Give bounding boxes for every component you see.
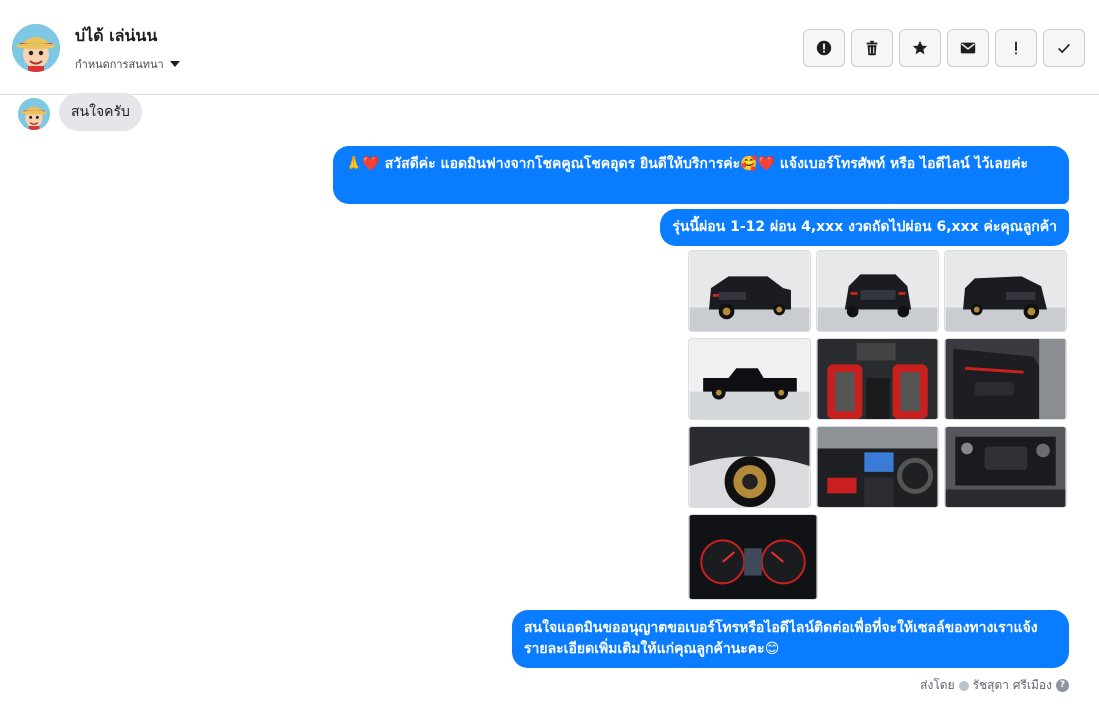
outgoing-message[interactable]: รุ่นนี้ผ่อน 1-12 ผ่อน 4,xxx งวดถัดไปผ่อน…: [660, 209, 1069, 246]
contact-name[interactable]: บ่ได้ เล่น่นน: [75, 24, 157, 49]
truck-front-left-photo[interactable]: [688, 250, 811, 332]
follow-up-button[interactable]: [995, 29, 1037, 67]
star-icon: [912, 40, 928, 55]
outgoing-message[interactable]: สนใจแอดมินขออนุญาตขอเบอร์โทรหรือไอดีไลน์…: [512, 610, 1069, 668]
truck-side-photo[interactable]: [688, 338, 811, 420]
luffy-avatar-icon: [12, 24, 60, 72]
sender-status-icon: [958, 680, 969, 691]
mark-unread-button[interactable]: [947, 29, 989, 67]
trash-icon: [866, 40, 878, 56]
sent-by-label: ส่งโดย: [920, 678, 955, 692]
door-panel-photo[interactable]: [944, 338, 1067, 420]
mail-icon: [960, 42, 976, 54]
conversation-header: บ่ได้ เล่น่นน กำหนดการสนทนา: [0, 0, 1099, 95]
outgoing-message[interactable]: 🙏❤️ สวัสดีค่ะ แอดมินฟางจากโชคคูณโชคอุดร …: [333, 146, 1069, 204]
check-icon: [1058, 43, 1070, 54]
action-toolbar: [803, 29, 1085, 67]
help-icon[interactable]: ?: [1056, 679, 1069, 692]
contact-avatar[interactable]: [12, 24, 60, 72]
dashboard-photo[interactable]: [816, 426, 939, 508]
sender-name[interactable]: รัชสุดา ศรีเมือง: [973, 676, 1052, 695]
alert-circle-icon: [816, 40, 832, 56]
sender-avatar[interactable]: [18, 98, 50, 130]
delete-button[interactable]: [851, 29, 893, 67]
star-button[interactable]: [899, 29, 941, 67]
mark-spam-button[interactable]: [803, 29, 845, 67]
mark-done-button[interactable]: [1043, 29, 1085, 67]
gauge-cluster-photo[interactable]: [688, 514, 818, 600]
seats-photo[interactable]: [816, 338, 939, 420]
truck-front-right-photo[interactable]: [944, 250, 1067, 332]
luffy-avatar-icon: [18, 98, 50, 130]
exclamation-icon: [1015, 41, 1017, 55]
truck-front-photo[interactable]: [816, 250, 939, 332]
sent-by-info: ส่งโดย รัชสุดา ศรีเมือง ?: [920, 676, 1069, 695]
incoming-message[interactable]: สนใจครับ: [59, 93, 142, 131]
assign-label: กำหนดการสนทนา: [75, 58, 164, 71]
caret-down-icon: [169, 61, 180, 67]
engine-photo[interactable]: [944, 426, 1067, 508]
wheel-photo[interactable]: [688, 426, 811, 508]
assign-conversation-dropdown[interactable]: กำหนดการสนทนา: [75, 55, 180, 73]
